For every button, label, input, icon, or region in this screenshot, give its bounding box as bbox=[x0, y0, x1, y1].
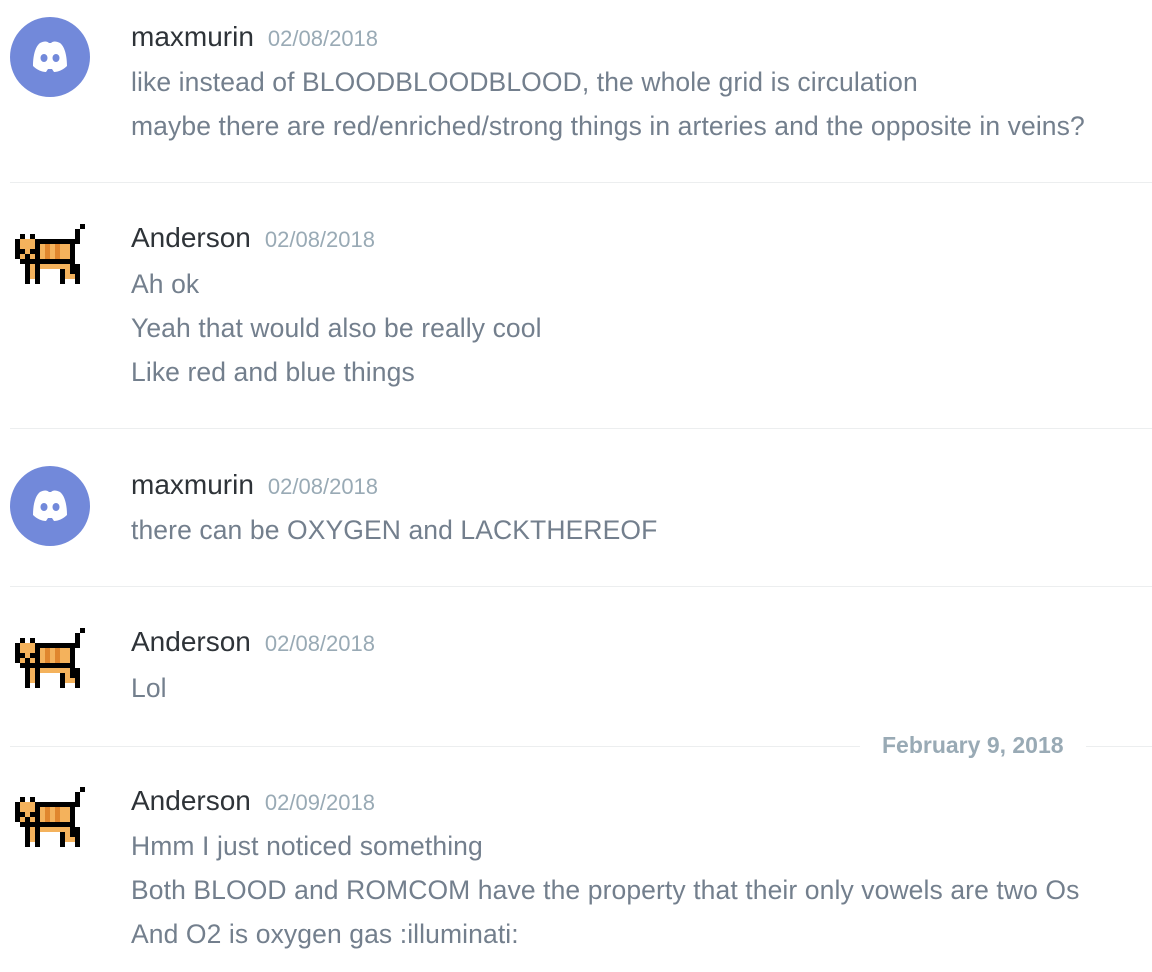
message-line: Lol bbox=[131, 673, 167, 703]
date-divider: February 9, 2018 bbox=[10, 732, 1152, 759]
message-line: Yeah that would also be really cool bbox=[131, 313, 542, 343]
message-line: maybe there are red/enriched/strong thin… bbox=[131, 111, 1085, 141]
date-divider-label: February 9, 2018 bbox=[878, 732, 1068, 759]
date-divider-rule bbox=[10, 746, 860, 747]
message-line: Hmm I just noticed something bbox=[131, 831, 483, 861]
pixel-cat-icon bbox=[15, 224, 85, 284]
timestamp: 02/08/2018 bbox=[264, 227, 375, 252]
username[interactable]: Anderson bbox=[131, 626, 251, 658]
message-line: there can be OXYGEN and LACKTHEREOF bbox=[131, 515, 658, 545]
timestamp: 02/08/2018 bbox=[264, 631, 375, 656]
username[interactable]: maxmurin bbox=[131, 21, 254, 53]
avatar[interactable] bbox=[10, 219, 90, 299]
avatar[interactable] bbox=[10, 782, 90, 862]
date-divider-rule bbox=[1086, 746, 1152, 747]
timestamp: 02/09/2018 bbox=[264, 790, 375, 815]
timestamp: 02/08/2018 bbox=[267, 474, 379, 499]
avatar[interactable] bbox=[10, 623, 90, 703]
pixel-cat-icon bbox=[15, 628, 85, 688]
username[interactable]: Anderson bbox=[131, 222, 251, 254]
discord-logo-icon bbox=[33, 490, 67, 521]
message-divider bbox=[10, 182, 1152, 183]
message-line: Like red and blue things bbox=[131, 357, 415, 387]
message-line: Ah ok bbox=[131, 269, 200, 299]
pixel-cat-icon bbox=[15, 787, 85, 847]
message-line: Both BLOOD and ROMCOM have the property … bbox=[131, 875, 1080, 905]
username[interactable]: maxmurin bbox=[131, 469, 254, 501]
avatar[interactable] bbox=[10, 17, 90, 97]
message-line: And O2 is oxygen gas :illuminati: bbox=[131, 919, 519, 949]
avatar[interactable] bbox=[10, 466, 90, 546]
message-divider bbox=[10, 586, 1152, 587]
timestamp: 02/08/2018 bbox=[267, 26, 379, 51]
message-divider bbox=[10, 428, 1152, 429]
message-line: like instead of BLOODBLOODBLOOD, the who… bbox=[131, 67, 918, 97]
username[interactable]: Anderson bbox=[131, 785, 251, 817]
discord-logo-icon bbox=[33, 41, 67, 72]
